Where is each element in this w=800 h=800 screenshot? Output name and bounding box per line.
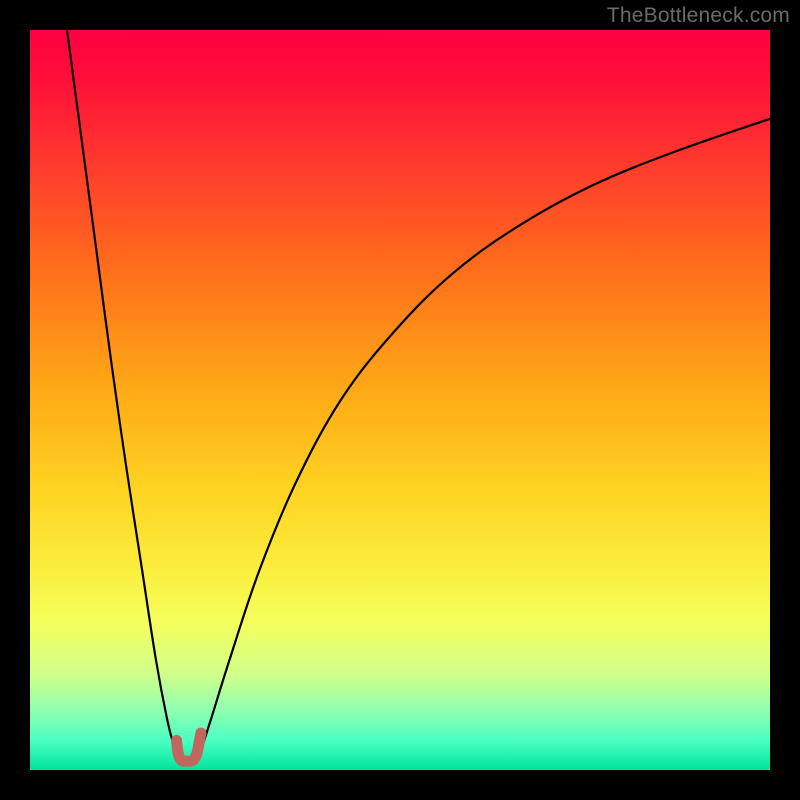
curve-right-branch [193,119,770,762]
chart-frame: TheBottleneck.com [0,0,800,800]
chart-svg [30,30,770,770]
curve-left-branch [67,30,182,761]
watermark-text: TheBottleneck.com [607,4,790,28]
trough-marker [177,733,201,761]
